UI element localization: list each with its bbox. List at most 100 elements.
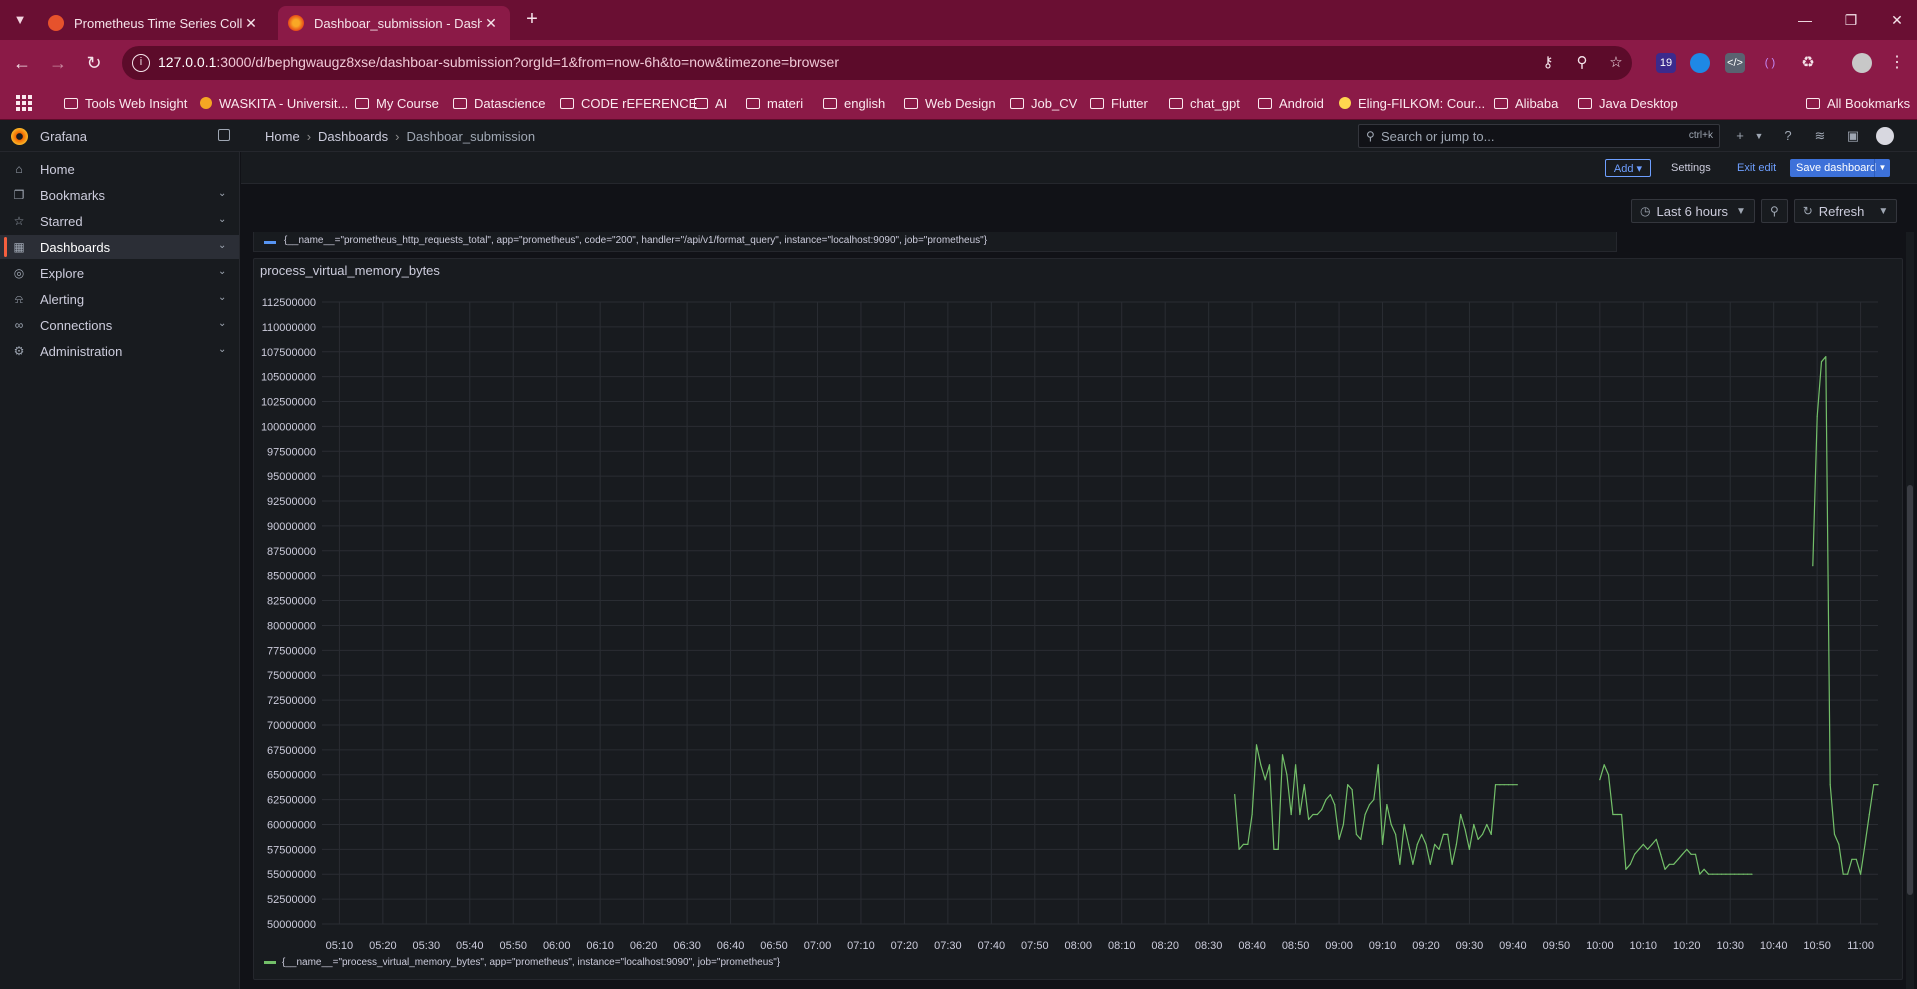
bookmark-item[interactable]: english <box>823 94 885 112</box>
bookmark-item[interactable]: Tools Web Insight <box>64 94 187 112</box>
sidebar-item-explore[interactable]: ◎ Explore ⌄ <box>0 261 239 285</box>
timeseries-panel[interactable] <box>253 258 1903 980</box>
bookmark-item[interactable]: Flutter <box>1090 94 1148 112</box>
sidebar-item-dashboards[interactable]: ▦ Dashboards ⌄ <box>0 235 239 259</box>
profile-avatar[interactable] <box>1852 53 1872 73</box>
extension-brackets-icon[interactable]: ( ) <box>1760 53 1780 73</box>
scrollbar-thumb[interactable] <box>1907 485 1913 895</box>
chevron-down-icon[interactable]: ⌄ <box>218 292 226 303</box>
bookmark-item[interactable]: Job_CV <box>1010 94 1077 112</box>
sidebar-item-label: Bookmarks <box>40 187 106 203</box>
chevron-down-icon[interactable]: ⌄ <box>218 344 226 355</box>
folder-icon <box>1806 97 1820 109</box>
time-range-picker[interactable]: ◷ Last 6 hours ▼ <box>1631 199 1755 223</box>
panel-title[interactable]: process_virtual_memory_bytes <box>260 263 440 278</box>
url-input[interactable]: i 127.0.0.1:3000/d/bephgwaugz8xse/dashbo… <box>122 46 1632 80</box>
prometheus-favicon-icon <box>48 15 64 31</box>
clock-icon: ◷ <box>1640 204 1651 218</box>
star-icon: ☆ <box>13 214 25 228</box>
breadcrumb-home[interactable]: Home <box>265 129 300 144</box>
home-icon: ⌂ <box>15 162 23 176</box>
minimize-icon[interactable]: — <box>1790 8 1820 32</box>
bookmark-item[interactable]: My Course <box>355 94 439 112</box>
new-tab-button[interactable]: + <box>520 8 544 32</box>
folder-icon <box>1090 97 1104 109</box>
sidebar-item-administration[interactable]: ⚙ Administration ⌄ <box>0 339 239 363</box>
tab-search-chevron-icon[interactable]: ▼ <box>8 8 32 32</box>
search-input[interactable]: ⚲ Search or jump to... ctrl+k <box>1358 124 1720 148</box>
sidebar-item-label: Alerting <box>40 291 85 307</box>
panel-legend[interactable]: {__name__="process_virtual_memory_bytes"… <box>264 957 780 968</box>
bookmark-item[interactable]: Java Desktop <box>1578 94 1678 112</box>
kiosk-monitor-icon[interactable]: ▣ <box>1844 127 1862 145</box>
exit-edit-button[interactable]: Exit edit <box>1737 159 1776 177</box>
bookmark-item[interactable]: AI <box>694 94 727 112</box>
save-dashboard-button[interactable]: Save dashboard ▼ <box>1790 159 1890 177</box>
news-rss-icon[interactable]: ≋ <box>1811 127 1829 145</box>
tab-title: Prometheus Time Series Collect <box>74 15 242 31</box>
chevron-down-icon[interactable]: ⌄ <box>218 240 226 251</box>
forward-icon[interactable]: → <box>46 51 70 75</box>
sidebar-item-bookmarks[interactable]: ❐ Bookmarks ⌄ <box>0 183 239 207</box>
chevron-down-icon[interactable]: ⌄ <box>218 214 226 225</box>
settings-button[interactable]: Settings <box>1671 159 1711 177</box>
chevron-down-icon[interactable]: ⌄ <box>218 318 226 329</box>
chevron-down-icon[interactable]: ▼ <box>1874 159 1890 177</box>
extension-circle-icon[interactable] <box>1690 53 1710 73</box>
chevron-down-icon[interactable]: ⌄ <box>218 188 226 199</box>
extension-icon[interactable]: 19 <box>1656 53 1676 73</box>
back-icon[interactable]: ← <box>10 51 34 75</box>
help-icon[interactable]: ? <box>1779 127 1797 145</box>
previous-panel-legend: {__name__="prometheus_http_requests_tota… <box>253 232 1617 252</box>
chevron-down-icon[interactable]: ⌄ <box>218 266 226 277</box>
all-bookmarks-folder[interactable]: All Bookmarks <box>1806 94 1910 112</box>
tab-dashboard[interactable]: Dashboar_submission - Dashbo ✕ <box>278 6 510 40</box>
tab-close-icon[interactable]: ✕ <box>242 15 260 32</box>
bookmark-item[interactable]: Datascience <box>453 94 546 112</box>
sidebar-item-home[interactable]: ⌂ Home <box>0 157 239 181</box>
dock-menu-icon[interactable] <box>218 129 230 141</box>
breadcrumb-dashboards[interactable]: Dashboards <box>318 129 388 144</box>
chevron-down-icon[interactable]: ▼ <box>1750 127 1768 145</box>
tab-close-icon[interactable]: ✕ <box>482 15 500 32</box>
bookmark-item[interactable]: CODE rEFERENCE <box>560 94 697 112</box>
new-plus-icon[interactable]: + <box>1731 127 1749 145</box>
add-button[interactable]: Add ▾ <box>1605 159 1651 177</box>
time-controls: ◷ Last 6 hours ▼ ⚲ ↻ Refresh ▼ <box>1631 199 1898 223</box>
apps-grid-icon[interactable] <box>16 95 32 111</box>
password-key-icon[interactable]: ⚷ <box>1538 54 1558 72</box>
bookmark-item[interactable]: Web Design <box>904 94 996 112</box>
breadcrumb: Home › Dashboards › Dashboar_submission <box>265 129 536 144</box>
apps-icon: ▦ <box>13 240 25 254</box>
legend-swatch <box>264 961 276 964</box>
extension-code-icon[interactable]: </> <box>1725 53 1745 73</box>
refresh-button[interactable]: ↻ Refresh ▼ <box>1793 199 1898 223</box>
chevron-down-icon[interactable]: ▼ <box>1878 206 1888 217</box>
sidebar-item-connections[interactable]: ∞ Connections ⌄ <box>0 313 239 337</box>
restore-icon[interactable]: ❐ <box>1836 8 1866 32</box>
sidebar-item-alerting[interactable]: ⍾ Alerting ⌄ <box>0 287 239 311</box>
bookmark-item[interactable]: Android <box>1258 94 1324 112</box>
grafana-logo-icon[interactable] <box>11 128 28 145</box>
bookmark-item[interactable]: chat_gpt <box>1169 94 1240 112</box>
bookmark-star-icon[interactable]: ☆ <box>1606 54 1626 72</box>
bookmark-item[interactable]: WASKITA - Universit... <box>200 94 348 112</box>
browser-menu-icon[interactable]: ⋮ <box>1887 53 1907 73</box>
tab-prometheus[interactable]: Prometheus Time Series Collect ✕ <box>38 6 270 40</box>
zoom-icon[interactable]: ⚲ <box>1572 54 1592 72</box>
sidebar-item-starred[interactable]: ☆ Starred ⌄ <box>0 209 239 233</box>
folder-icon <box>1169 97 1183 109</box>
bell-icon: ⍾ <box>15 291 23 306</box>
reload-icon[interactable]: ↻ <box>82 51 106 75</box>
extensions-puzzle-icon[interactable]: ♻ <box>1798 53 1818 73</box>
site-info-icon[interactable]: i <box>132 54 150 72</box>
user-avatar[interactable] <box>1876 127 1894 145</box>
sidebar-item-label: Administration <box>40 343 123 359</box>
bookmark-item[interactable]: materi <box>746 94 803 112</box>
bookmark-item[interactable]: Eling-FILKOM: Cour... <box>1339 94 1485 112</box>
close-window-icon[interactable]: ✕ <box>1882 8 1912 32</box>
zoom-out-button[interactable]: ⚲ <box>1760 199 1788 223</box>
search-shortcut: ctrl+k <box>1688 130 1713 141</box>
browser-address-bar: ← → ↻ i 127.0.0.1:3000/d/bephgwaugz8xse/… <box>0 40 1917 86</box>
bookmark-item[interactable]: Alibaba <box>1494 94 1558 112</box>
